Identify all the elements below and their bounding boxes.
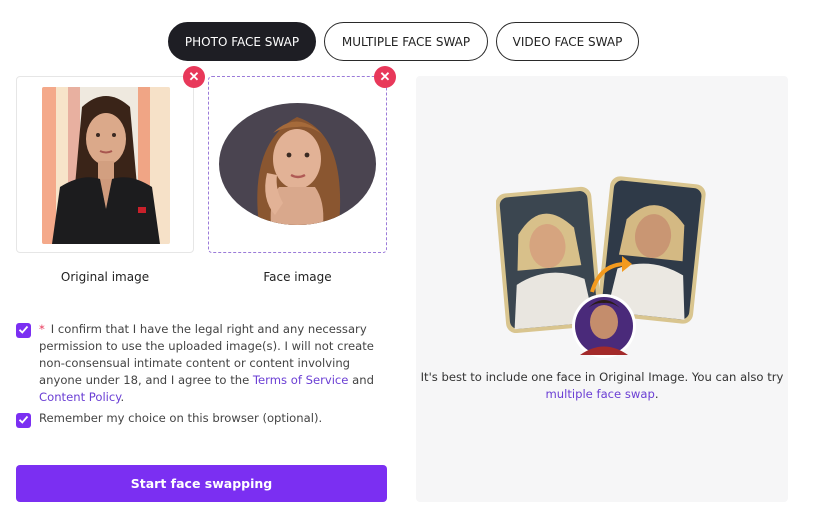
remove-face-image-button[interactable]: ✕ [374,66,396,88]
multiple-face-swap-link[interactable]: multiple face swap [545,387,654,401]
face-swap-example-illustration [495,172,710,362]
consent-period: . [120,390,125,404]
face-image-preview [219,103,376,225]
close-icon: ✕ [379,69,391,84]
start-face-swapping-button[interactable]: Start face swapping [16,465,387,502]
original-image-upload[interactable] [16,76,194,253]
terms-of-service-link[interactable]: Terms of Service [253,373,349,387]
consent-text: * I confirm that I have the legal right a… [39,321,391,406]
required-asterisk: * [39,322,45,336]
hint-statement: It's best to include one face in Origina… [420,370,784,384]
remember-choice-checkbox[interactable] [16,413,31,428]
face-image-upload[interactable] [208,76,387,253]
remove-original-image-button[interactable]: ✕ [183,66,205,88]
content-policy-link[interactable]: Content Policy [39,390,121,404]
face-swap-mode-tabs: PHOTO FACE SWAP MULTIPLE FACE SWAP VIDEO… [168,22,639,61]
consent-checkbox[interactable] [16,323,31,338]
checkmark-icon [18,322,29,340]
preview-panel: It's best to include one face in Origina… [416,76,788,502]
original-image-caption: Original image [60,270,150,284]
tab-multiple-face-swap[interactable]: MULTIPLE FACE SWAP [324,22,488,61]
tab-video-face-swap[interactable]: VIDEO FACE SWAP [496,22,639,61]
original-image-preview [42,87,170,244]
tab-photo-face-swap[interactable]: PHOTO FACE SWAP [168,22,316,61]
checkmark-icon [18,412,29,430]
remember-choice-label: Remember my choice on this browser (opti… [39,411,323,425]
hint-period: . [654,387,659,401]
consent-and: and [348,373,374,387]
close-icon: ✕ [188,69,200,84]
face-image-caption: Face image [263,270,332,284]
hint-text: It's best to include one face in Origina… [416,369,788,403]
